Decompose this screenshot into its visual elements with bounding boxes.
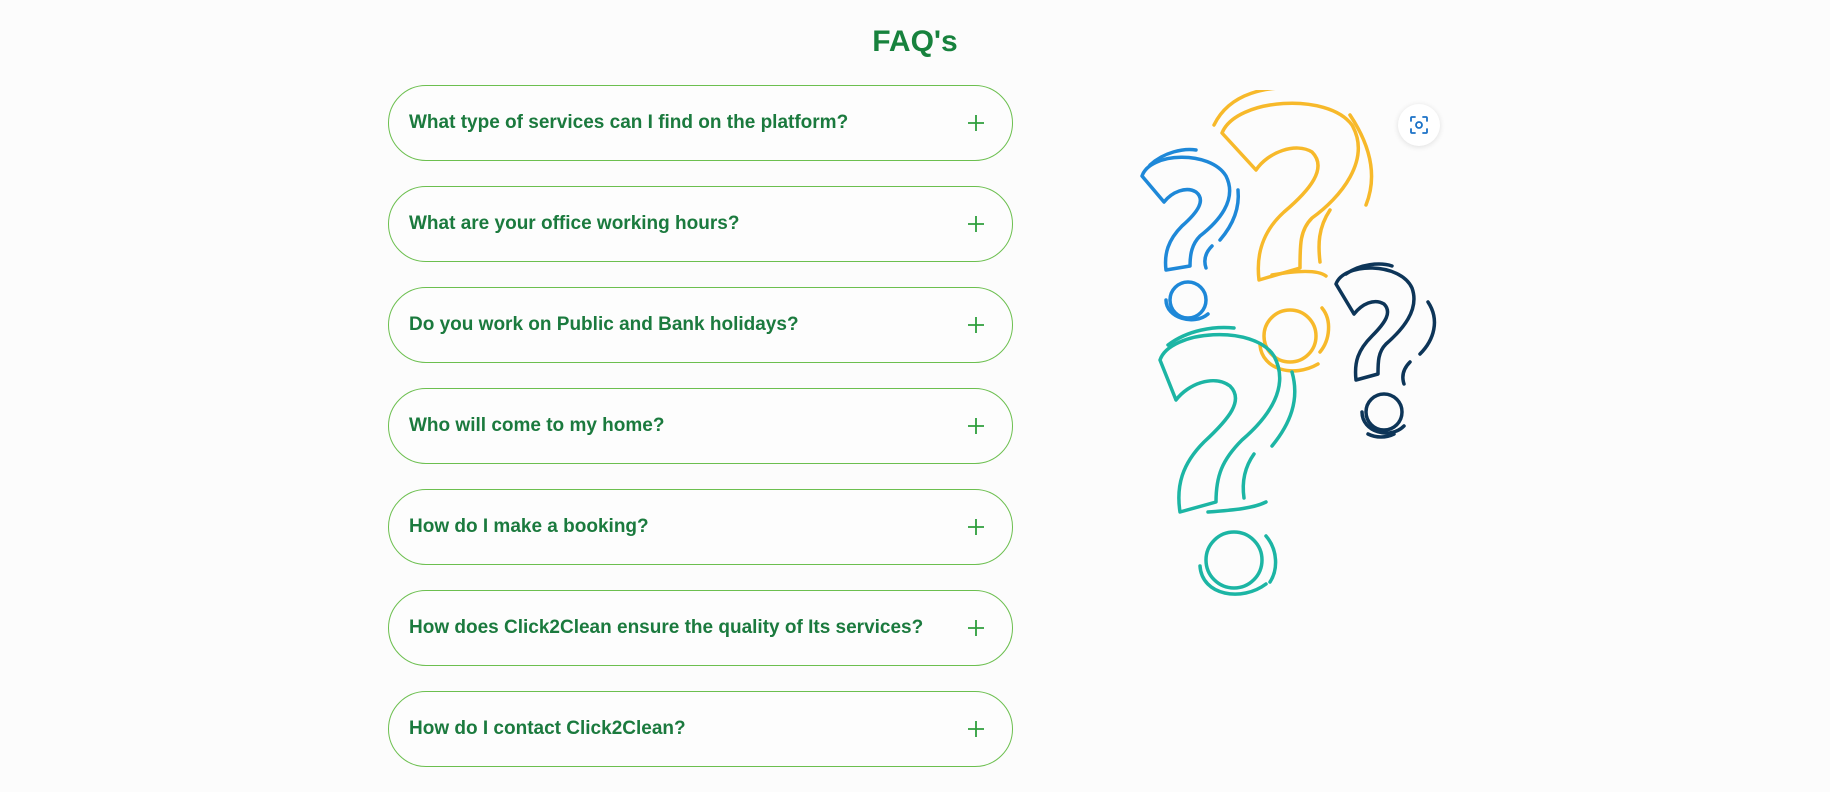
faq-item[interactable]: How does Click2Clean ensure the quality …	[388, 590, 1013, 666]
faq-item[interactable]: What are your office working hours?	[388, 186, 1013, 262]
plus-icon[interactable]	[966, 517, 986, 537]
faq-question: Who will come to my home?	[409, 415, 665, 436]
question-mark-navy	[1334, 262, 1437, 439]
plus-icon[interactable]	[966, 618, 986, 638]
faq-item[interactable]: How do I contact Click2Clean?	[388, 691, 1013, 767]
faq-question: Do you work on Public and Bank holidays?	[409, 314, 799, 335]
faq-item[interactable]: How do I make a booking?	[388, 489, 1013, 565]
plus-icon[interactable]	[966, 214, 986, 234]
faq-item[interactable]: What type of services can I find on the …	[388, 85, 1013, 161]
question-mark-yellow	[1212, 90, 1374, 373]
faq-question: What are your office working hours?	[409, 213, 740, 234]
faq-item[interactable]: Do you work on Public and Bank holidays?	[388, 287, 1013, 363]
plus-icon[interactable]	[966, 113, 986, 133]
question-mark-blue	[1140, 147, 1241, 322]
scan-button[interactable]	[1398, 104, 1440, 146]
plus-icon[interactable]	[966, 315, 986, 335]
question-marks-illustration	[1140, 90, 1437, 596]
faq-item[interactable]: Who will come to my home?	[388, 388, 1013, 464]
faq-list: What type of services can I find on the …	[388, 85, 1013, 792]
page-title: FAQ's	[872, 25, 958, 58]
plus-icon[interactable]	[966, 416, 986, 436]
faq-question: How do I contact Click2Clean?	[409, 718, 686, 739]
faq-question: How does Click2Clean ensure the quality …	[409, 617, 924, 638]
plus-icon[interactable]	[966, 719, 986, 739]
faq-question: How do I make a booking?	[409, 516, 649, 537]
faq-question: What type of services can I find on the …	[409, 112, 849, 133]
scan-icon	[1410, 116, 1428, 134]
